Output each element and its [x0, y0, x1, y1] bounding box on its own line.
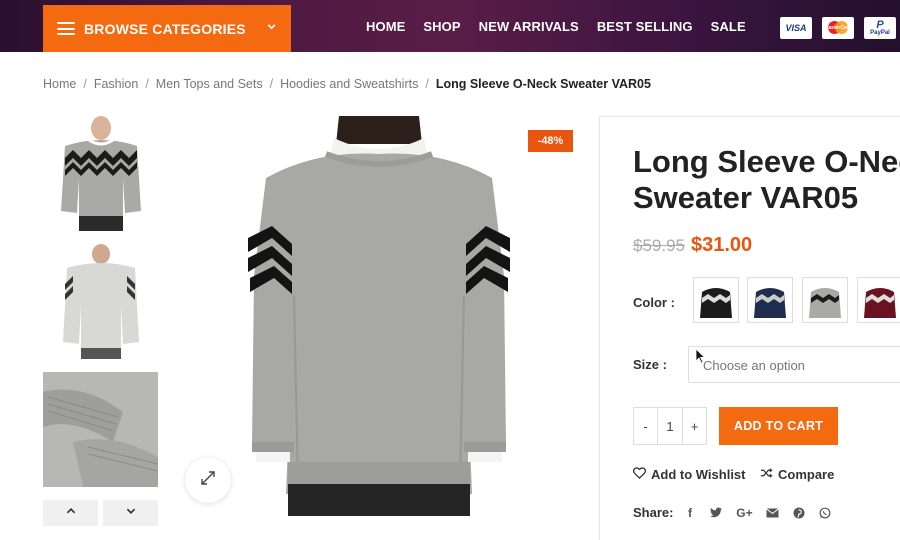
hamburger-icon — [57, 22, 75, 35]
share-row: Share: f G+ — [633, 505, 844, 520]
zoom-button[interactable] — [185, 457, 231, 503]
thumbnail-next-button[interactable] — [103, 500, 158, 526]
visa-label: VISA — [785, 23, 807, 33]
chevron-up-icon — [65, 504, 77, 522]
breadcrumb-current: Long Sleeve O-Neck Sweater VAR05 — [435, 77, 651, 91]
nav-best-selling[interactable]: BEST SELLING — [597, 19, 693, 34]
product-main-image[interactable] — [176, 116, 581, 516]
mastercard-label: MasterCard — [824, 25, 852, 31]
paypal-label: PayPal — [870, 30, 890, 36]
breadcrumb: Home / Fashion / Men Tops and Sets / Hoodie… — [43, 77, 651, 91]
thumbnail-detail[interactable] — [43, 372, 158, 487]
nav-home[interactable]: HOME — [366, 19, 405, 34]
quantity-decrease-button[interactable]: - — [634, 408, 657, 444]
wishlist-label: Add to Wishlist — [651, 467, 746, 482]
quantity-stepper: - 1 + — [633, 407, 707, 445]
quantity-increase-button[interactable]: + — [683, 408, 706, 444]
expand-icon — [200, 470, 216, 491]
compare-label: Compare — [778, 467, 835, 482]
thumbnail-back[interactable] — [43, 244, 158, 359]
breadcrumb-fashion[interactable]: Fashion — [94, 77, 138, 91]
color-label-text: Color — [633, 295, 667, 310]
whatsapp-icon[interactable] — [818, 506, 831, 520]
sale-price: $31.00 — [691, 234, 753, 256]
nav-sale[interactable]: SALE — [711, 19, 746, 34]
pinterest-icon[interactable] — [792, 506, 805, 520]
breadcrumb-home[interactable]: Home — [43, 77, 76, 91]
summary-border-left — [599, 116, 600, 540]
mouse-cursor-icon — [695, 348, 706, 369]
color-label-colon: : — [670, 295, 675, 310]
shuffle-icon — [760, 467, 778, 482]
twitter-icon[interactable] — [709, 506, 722, 520]
color-swatch-black[interactable] — [693, 277, 739, 323]
chevron-down-icon — [266, 19, 277, 37]
paypal-icon: P PayPal — [864, 17, 896, 39]
nav-new-arrivals[interactable]: NEW ARRIVALS — [479, 19, 579, 34]
google-plus-icon[interactable]: G+ — [735, 506, 753, 520]
facebook-icon[interactable]: f — [683, 506, 696, 520]
thumbnail-front[interactable] — [43, 116, 158, 231]
size-label-text: Size — [633, 357, 660, 372]
product-title: Long Sleeve O-Neck Sweater VAR05 — [633, 144, 900, 215]
thumbnail-prev-button[interactable] — [43, 500, 98, 526]
browse-categories-button[interactable]: BROWSE CATEGORIES — [43, 5, 291, 52]
product-price: $59.95 $31.00 — [633, 234, 752, 257]
color-swatch-navy[interactable] — [747, 277, 793, 323]
summary-border-top — [599, 116, 900, 117]
browse-categories-label: BROWSE CATEGORIES — [84, 20, 246, 37]
add-to-wishlist-link[interactable]: Add to Wishlist — [632, 467, 746, 482]
add-to-cart-button[interactable]: ADD TO CART — [719, 407, 838, 445]
size-label-colon: : — [662, 357, 667, 372]
nav-shop[interactable]: SHOP — [423, 19, 460, 34]
color-swatch-burgundy[interactable] — [857, 277, 900, 323]
compare-link[interactable]: Compare — [760, 467, 834, 482]
mastercard-icon: MasterCard — [822, 17, 854, 39]
sale-badge: -48% — [528, 130, 573, 152]
payment-methods: VISA MasterCard P PayPal — [780, 17, 896, 39]
color-label: Color : — [633, 295, 675, 310]
size-select[interactable]: Choose an option — [688, 346, 900, 383]
quantity-input[interactable]: 1 — [657, 408, 683, 444]
site-header: BROWSE CATEGORIES HOME SHOP NEW ARRIVALS… — [0, 0, 900, 52]
paypal-p-glyph: P — [876, 19, 884, 31]
old-price: $59.95 — [633, 236, 685, 255]
chevron-down-icon — [125, 504, 137, 522]
breadcrumb-hoodies[interactable]: Hoodies and Sweatshirts — [280, 77, 418, 91]
visa-icon: VISA — [780, 17, 812, 39]
email-icon[interactable] — [766, 506, 780, 520]
color-swatch-gray[interactable] — [802, 277, 848, 323]
heart-icon — [632, 467, 651, 482]
share-label: Share: — [633, 505, 674, 520]
breadcrumb-men-tops[interactable]: Men Tops and Sets — [156, 77, 263, 91]
size-label: Size : — [633, 357, 667, 372]
main-nav: HOME SHOP NEW ARRIVALS BEST SELLING SALE — [357, 0, 755, 52]
